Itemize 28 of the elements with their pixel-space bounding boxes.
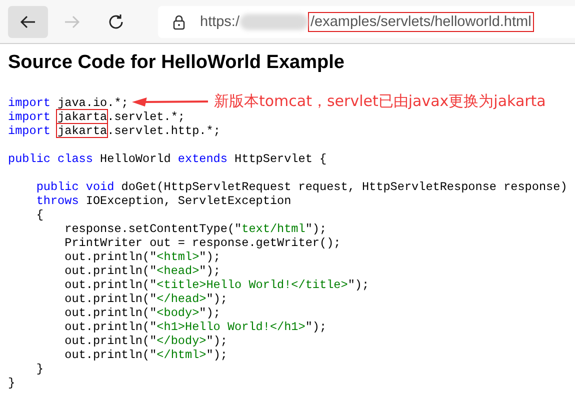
code-line: PrintWriter out = response.getWriter(); [64, 236, 341, 250]
code-line: import java.io.*; [8, 96, 128, 110]
annotation-text: 新版本tomcat，servlet已由javax更换为jakarta [214, 92, 546, 111]
code-line: } [8, 376, 16, 390]
address-bar[interactable]: https:/ /examples/servlets/helloworld.html [158, 6, 575, 38]
code-line: out.println("<body>"); [64, 306, 220, 320]
code-line: throws IOException, ServletException [35, 194, 292, 208]
back-button[interactable] [8, 6, 48, 38]
code-line: public void doGet(HttpServletRequest request, HttpServletResponse response) [35, 180, 568, 194]
code-line: out.println("</html>"); [64, 348, 228, 362]
url-path: /examples/servlets/helloworld.html [308, 12, 534, 32]
code-line: response.setContentType("text/html"); [64, 222, 327, 236]
reload-icon [107, 12, 125, 30]
code-line: import jakarta.servlet.http.*; [8, 124, 220, 138]
code-line: out.println("</body>"); [64, 334, 228, 348]
code-line: out.println("<h1>Hello World!</h1>"); [64, 320, 327, 334]
code-line: out.println("<head>"); [64, 264, 220, 278]
url-scheme: https:/ [200, 14, 240, 30]
code-line: public class HelloWorld extends HttpServlet { [8, 152, 327, 166]
lock-icon [172, 14, 186, 30]
code-line: out.println("<title>Hello World!</title>"); [64, 278, 370, 292]
code-line: out.println("<html>"); [64, 250, 220, 264]
code-line: import jakarta.servlet.*; [8, 110, 185, 124]
page-heading: Source Code for HelloWorld Example [8, 52, 346, 74]
redacted-block [240, 14, 308, 30]
code-line: } [35, 362, 44, 376]
code-line: out.println("</head>"); [64, 292, 228, 306]
code-line: { [35, 208, 44, 222]
